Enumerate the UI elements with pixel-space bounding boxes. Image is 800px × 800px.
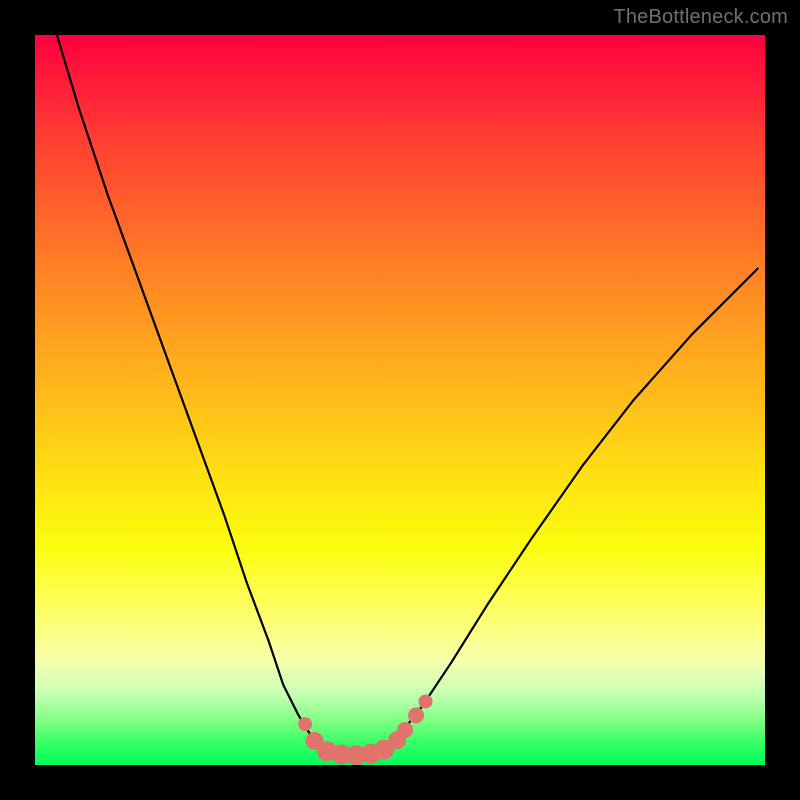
highlight-dot [397, 722, 413, 738]
chart-svg [35, 35, 765, 765]
watermark-text: TheBottleneck.com [613, 6, 788, 29]
plot-area [35, 35, 765, 765]
chart-frame: TheBottleneck.com [0, 0, 800, 800]
bottleneck-curve [57, 35, 758, 756]
highlight-dot [298, 717, 312, 731]
highlight-dot [419, 694, 433, 708]
highlight-dot [408, 707, 424, 723]
